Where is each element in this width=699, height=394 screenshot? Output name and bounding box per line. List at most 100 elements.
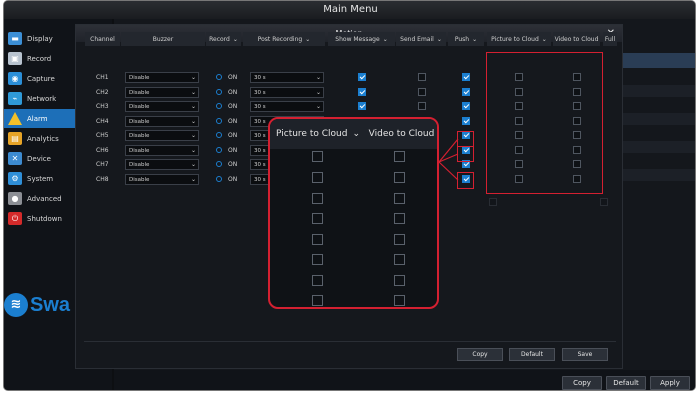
chevron-down-icon: ⌄ bbox=[315, 74, 321, 81]
sidebar-item-analytics[interactable]: ▤ Analytics bbox=[4, 129, 80, 148]
column-header-video-to-cloud: Video to Cloud bbox=[553, 32, 600, 46]
zoom-picture-to-cloud-checkbox[interactable] bbox=[312, 295, 323, 306]
record-toggle-icon[interactable] bbox=[216, 118, 222, 124]
sidebar-item-network[interactable]: ⌁ Network bbox=[4, 89, 80, 108]
column-header-picture-to-cloud[interactable]: Picture to Cloud ⌄ bbox=[487, 32, 551, 46]
push-checkbox[interactable] bbox=[462, 88, 470, 96]
power-icon: ⏻ bbox=[8, 212, 22, 225]
channel-label: CH5 bbox=[96, 132, 109, 139]
zoom-video-to-cloud-checkbox[interactable] bbox=[394, 254, 405, 265]
sidebar-item-device[interactable]: ✕ Device bbox=[4, 149, 80, 168]
hidden-row-checkbox[interactable] bbox=[600, 198, 608, 206]
record-on-label: ON bbox=[228, 176, 238, 183]
column-header-label: Channel bbox=[90, 35, 115, 43]
user-icon: ● bbox=[8, 192, 22, 205]
buzzer-select[interactable]: Disable ⌄ bbox=[125, 116, 199, 127]
zoom-video-to-cloud-checkbox[interactable] bbox=[394, 213, 405, 224]
zoom-header-picture[interactable]: Picture to Cloud ⌄ bbox=[270, 119, 366, 149]
post-recording-select[interactable]: 30 s ⌄ bbox=[250, 101, 324, 112]
apply-button[interactable]: Apply bbox=[650, 376, 690, 390]
sidebar-item-label: Shutdown bbox=[27, 214, 62, 223]
sidebar-item-label: System bbox=[27, 174, 54, 183]
sidebar-item-capture[interactable]: ◉ Capture bbox=[4, 69, 80, 88]
dialog-copy-button[interactable]: Copy bbox=[457, 348, 503, 361]
column-header-record[interactable]: Record ⌄ bbox=[206, 32, 241, 46]
chevron-down-icon: ⌄ bbox=[190, 89, 196, 96]
logo-text: Swa bbox=[30, 293, 71, 316]
zoom-video-to-cloud-checkbox[interactable] bbox=[394, 275, 405, 286]
post-recording-value: 30 s bbox=[254, 133, 266, 139]
column-header-send-email[interactable]: Send Email ⌄ bbox=[396, 32, 446, 46]
post-recording-select[interactable]: 30 s ⌄ bbox=[250, 87, 324, 98]
default-button[interactable]: Default bbox=[606, 376, 646, 390]
zoom-video-to-cloud-checkbox[interactable] bbox=[394, 151, 405, 162]
highlight-push-checkbox bbox=[457, 131, 474, 147]
column-header-show-message[interactable]: Show Message ⌄ bbox=[328, 32, 395, 46]
record-toggle-icon[interactable] bbox=[216, 147, 222, 153]
zoom-video-to-cloud-checkbox[interactable] bbox=[394, 172, 405, 183]
sidebar-item-label: Record bbox=[27, 54, 52, 63]
buzzer-select[interactable]: Disable ⌄ bbox=[125, 145, 199, 156]
post-recording-select[interactable]: 30 s ⌄ bbox=[250, 72, 324, 83]
record-toggle-icon[interactable] bbox=[216, 74, 222, 80]
network-icon: ⌁ bbox=[8, 92, 22, 105]
record-toggle-icon[interactable] bbox=[216, 176, 222, 182]
chevron-down-icon: ⌄ bbox=[315, 103, 321, 110]
buzzer-select[interactable]: Disable ⌄ bbox=[125, 72, 199, 83]
buzzer-select[interactable]: Disable ⌄ bbox=[125, 174, 199, 185]
post-recording-value: 30 s bbox=[254, 104, 266, 110]
record-toggle-icon[interactable] bbox=[216, 161, 222, 167]
column-header-full: Full bbox=[603, 32, 617, 46]
record-toggle-icon[interactable] bbox=[216, 89, 222, 95]
buzzer-select[interactable]: Disable ⌄ bbox=[125, 130, 199, 141]
buzzer-value: Disable bbox=[129, 104, 150, 110]
show-message-checkbox[interactable] bbox=[358, 88, 366, 96]
send-email-checkbox[interactable] bbox=[418, 88, 426, 96]
send-email-checkbox[interactable] bbox=[418, 102, 426, 110]
sidebar-item-advanced[interactable]: ● Advanced bbox=[4, 189, 80, 208]
post-recording-value: 30 s bbox=[254, 75, 266, 81]
push-checkbox[interactable] bbox=[462, 73, 470, 81]
record-toggle-icon[interactable] bbox=[216, 103, 222, 109]
sidebar-item-shutdown[interactable]: ⏻ Shutdown bbox=[4, 209, 80, 228]
zoom-video-to-cloud-checkbox[interactable] bbox=[394, 295, 405, 306]
zoom-picture-to-cloud-checkbox[interactable] bbox=[312, 172, 323, 183]
zoom-video-to-cloud-checkbox[interactable] bbox=[394, 234, 405, 245]
zoom-picture-to-cloud-checkbox[interactable] bbox=[312, 234, 323, 245]
buzzer-select[interactable]: Disable ⌄ bbox=[125, 159, 199, 170]
hidden-row-checkbox[interactable] bbox=[489, 198, 497, 206]
record-toggle-icon[interactable] bbox=[216, 132, 222, 138]
zoom-picture-to-cloud-checkbox[interactable] bbox=[312, 193, 323, 204]
sidebar-item-label: Display bbox=[27, 34, 53, 43]
zoom-picture-to-cloud-checkbox[interactable] bbox=[312, 275, 323, 286]
buzzer-select[interactable]: Disable ⌄ bbox=[125, 87, 199, 98]
copy-button[interactable]: Copy bbox=[562, 376, 602, 390]
post-recording-value: 30 s bbox=[254, 90, 266, 96]
push-checkbox[interactable] bbox=[462, 117, 470, 125]
buzzer-select[interactable]: Disable ⌄ bbox=[125, 101, 199, 112]
dialog-default-button[interactable]: Default bbox=[509, 348, 555, 361]
analytics-icon: ▤ bbox=[8, 132, 22, 145]
dialog-save-button[interactable]: Save bbox=[562, 348, 608, 361]
zoom-picture-to-cloud-checkbox[interactable] bbox=[312, 151, 323, 162]
column-header-post-recording[interactable]: Post Recording ⌄ bbox=[243, 32, 325, 46]
sidebar-item-record[interactable]: ▣ Record bbox=[4, 49, 80, 68]
sidebar-item-display[interactable]: ▬ Display bbox=[4, 29, 80, 48]
zoom-video-label: Video to Cloud bbox=[368, 129, 435, 139]
zoom-video-to-cloud-checkbox[interactable] bbox=[394, 193, 405, 204]
zoom-picture-to-cloud-checkbox[interactable] bbox=[312, 254, 323, 265]
zoom-header-video[interactable]: Video to Cloud bbox=[366, 119, 437, 149]
zoom-picture-to-cloud-checkbox[interactable] bbox=[312, 213, 323, 224]
column-header-push[interactable]: Push ⌄ bbox=[448, 32, 484, 46]
show-message-checkbox[interactable] bbox=[358, 73, 366, 81]
sidebar-item-system[interactable]: ⚙ System bbox=[4, 169, 80, 188]
push-checkbox[interactable] bbox=[462, 102, 470, 110]
channel-label: CH6 bbox=[96, 147, 109, 154]
show-message-checkbox[interactable] bbox=[358, 102, 366, 110]
sidebar-item-alarm[interactable]: Alarm bbox=[4, 109, 80, 128]
send-email-checkbox[interactable] bbox=[418, 73, 426, 81]
column-header-label: Full bbox=[604, 35, 616, 43]
channel-label: CH2 bbox=[96, 89, 109, 96]
chevron-down-icon: ⌄ bbox=[190, 161, 196, 168]
channel-label: CH4 bbox=[96, 118, 109, 125]
